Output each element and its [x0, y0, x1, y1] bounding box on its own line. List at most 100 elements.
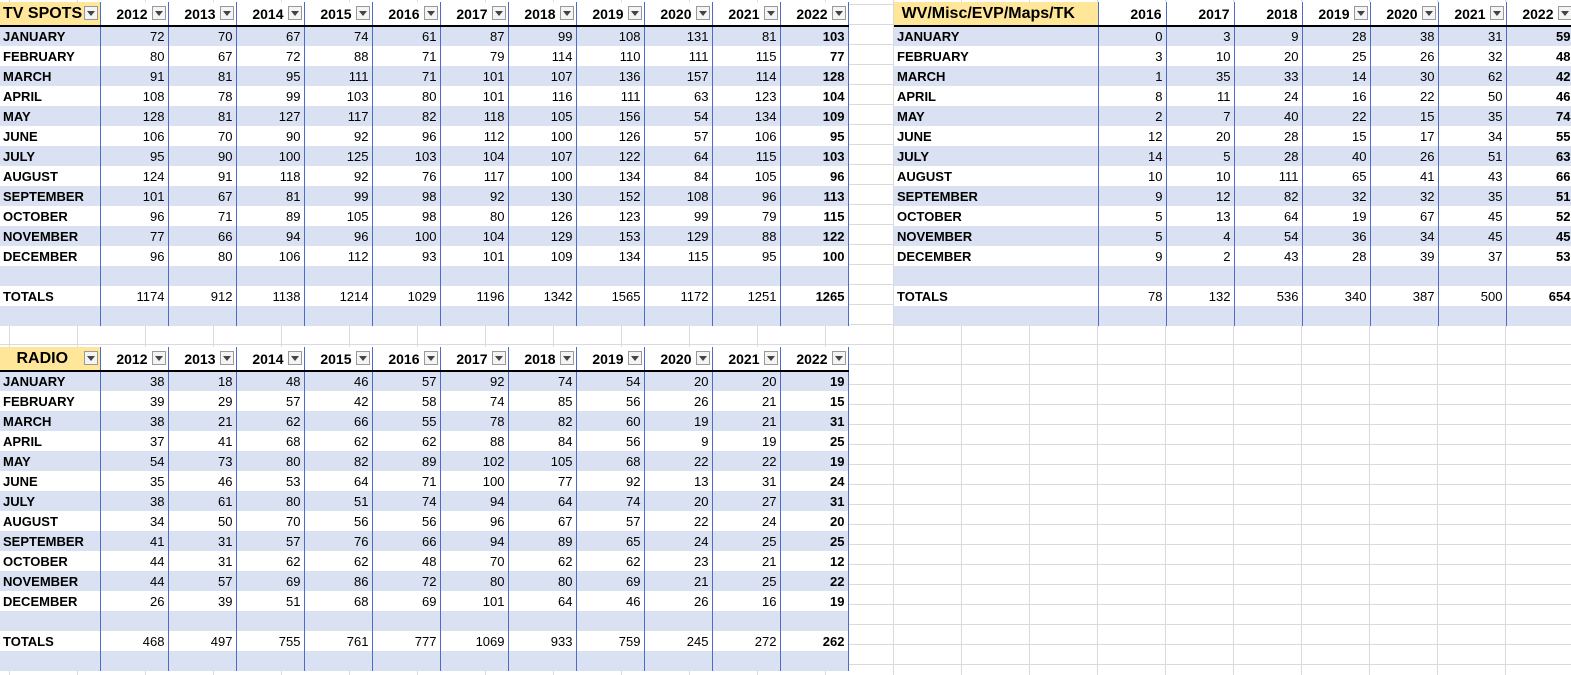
year-header-2016[interactable]: 2016 — [372, 347, 441, 372]
data-cell[interactable]: 41 — [100, 531, 169, 551]
data-cell[interactable]: 95 — [236, 66, 305, 86]
data-cell[interactable]: 69 — [576, 571, 645, 591]
month-label[interactable]: AUGUST — [894, 166, 1099, 186]
data-cell[interactable]: 35 — [1438, 106, 1507, 126]
data-cell[interactable]: 124 — [100, 166, 169, 186]
data-cell[interactable]: 35 — [1166, 66, 1235, 86]
data-cell[interactable]: 76 — [304, 531, 373, 551]
data-cell[interactable]: 99 — [644, 206, 713, 226]
data-cell[interactable]: 70 — [168, 126, 237, 146]
data-cell[interactable]: 56 — [576, 431, 645, 451]
data-cell[interactable]: 112 — [304, 246, 373, 266]
data-cell[interactable]: 106 — [236, 246, 305, 266]
data-cell[interactable]: 100 — [372, 226, 441, 246]
data-cell[interactable]: 72 — [100, 26, 169, 46]
empty-cell[interactable] — [304, 651, 373, 671]
month-label[interactable]: DECEMBER — [0, 246, 101, 266]
data-cell[interactable]: 103 — [304, 86, 373, 106]
month-label[interactable]: JANUARY — [0, 371, 101, 391]
data-cell[interactable]: 34 — [100, 511, 169, 531]
filter-dropdown-icon[interactable] — [695, 6, 710, 20]
empty-cell[interactable] — [0, 266, 101, 286]
data-cell[interactable]: 22 — [1302, 106, 1371, 126]
data-cell[interactable]: 74 — [508, 371, 577, 391]
empty-cell[interactable] — [1506, 266, 1571, 286]
data-cell[interactable]: 89 — [236, 206, 305, 226]
data-cell[interactable]: 108 — [644, 186, 713, 206]
data-cell[interactable]: 105 — [508, 451, 577, 471]
data-cell[interactable]: 98 — [372, 186, 441, 206]
month-label[interactable]: APRIL — [0, 431, 101, 451]
data-cell[interactable]: 32 — [1438, 46, 1507, 66]
data-cell[interactable]: 89 — [372, 451, 441, 471]
data-cell[interactable]: 92 — [304, 126, 373, 146]
filter-dropdown-icon[interactable] — [695, 351, 710, 365]
year-header-2012[interactable]: 2012 — [100, 347, 169, 372]
empty-cell[interactable] — [1438, 266, 1507, 286]
data-cell[interactable]: 2 — [1166, 246, 1235, 266]
data-cell[interactable]: 20 — [712, 371, 781, 391]
data-cell[interactable]: 3 — [1166, 26, 1235, 46]
data-cell[interactable]: 13 — [644, 471, 713, 491]
data-cell[interactable]: 34 — [1370, 226, 1439, 246]
data-cell[interactable]: 80 — [236, 451, 305, 471]
data-cell[interactable]: 111 — [644, 46, 713, 66]
data-cell[interactable]: 5 — [1166, 146, 1235, 166]
data-cell[interactable]: 26 — [644, 391, 713, 411]
month-label[interactable]: AUGUST — [0, 166, 101, 186]
data-cell[interactable]: 40 — [1234, 106, 1303, 126]
data-cell[interactable]: 104 — [440, 146, 509, 166]
data-cell[interactable]: 103 — [372, 146, 441, 166]
data-cell[interactable]: 62 — [236, 551, 305, 571]
data-cell[interactable]: 62 — [304, 431, 373, 451]
data-cell[interactable]: 71 — [372, 46, 441, 66]
data-cell[interactable]: 68 — [304, 591, 373, 611]
empty-cell[interactable] — [576, 651, 645, 671]
empty-cell[interactable] — [168, 611, 237, 631]
filter-dropdown-icon[interactable] — [83, 6, 98, 20]
data-cell[interactable]: 42 — [304, 391, 373, 411]
data-cell[interactable]: 38 — [1370, 26, 1439, 46]
month-label[interactable]: APRIL — [894, 86, 1099, 106]
data-cell[interactable]: 26 — [1370, 146, 1439, 166]
data-cell[interactable]: 95 — [712, 246, 781, 266]
filter-dropdown-icon[interactable] — [151, 6, 166, 20]
data-cell[interactable]: 62 — [372, 431, 441, 451]
data-cell[interactable]: 60 — [576, 411, 645, 431]
data-cell[interactable]: 109 — [780, 106, 849, 126]
year-header-2017[interactable]: 2017 — [440, 2, 509, 27]
data-cell[interactable]: 21 — [712, 411, 781, 431]
year-header-2022[interactable]: 2022 — [780, 347, 849, 372]
year-header-2020[interactable]: 2020 — [1370, 2, 1439, 27]
data-cell[interactable]: 31 — [168, 551, 237, 571]
data-cell[interactable]: 115 — [712, 46, 781, 66]
data-cell[interactable]: 101 — [440, 86, 509, 106]
data-cell[interactable]: 66 — [372, 531, 441, 551]
data-cell[interactable]: 81 — [712, 26, 781, 46]
empty-cell[interactable] — [1302, 306, 1371, 326]
empty-cell[interactable] — [576, 611, 645, 631]
total-cell[interactable]: 1251 — [712, 286, 781, 306]
empty-cell[interactable] — [1302, 266, 1371, 286]
total-cell[interactable]: 777 — [372, 631, 441, 651]
empty-cell[interactable] — [508, 266, 577, 286]
data-cell[interactable]: 22 — [1370, 86, 1439, 106]
year-header-2020[interactable]: 2020 — [644, 2, 713, 27]
data-cell[interactable]: 51 — [1506, 186, 1571, 206]
empty-cell[interactable] — [712, 266, 781, 286]
data-cell[interactable]: 111 — [1234, 166, 1303, 186]
data-cell[interactable]: 68 — [576, 451, 645, 471]
data-cell[interactable]: 42 — [1506, 66, 1571, 86]
empty-cell[interactable] — [1234, 266, 1303, 286]
data-cell[interactable]: 129 — [508, 226, 577, 246]
data-cell[interactable]: 59 — [1506, 26, 1571, 46]
data-cell[interactable]: 54 — [644, 106, 713, 126]
month-label[interactable]: OCTOBER — [0, 206, 101, 226]
data-cell[interactable]: 100 — [236, 146, 305, 166]
data-cell[interactable]: 17 — [1370, 126, 1439, 146]
data-cell[interactable]: 67 — [1370, 206, 1439, 226]
data-cell[interactable]: 101 — [440, 66, 509, 86]
month-label[interactable]: MARCH — [894, 66, 1099, 86]
empty-cell[interactable] — [100, 266, 169, 286]
total-cell[interactable]: 1172 — [644, 286, 713, 306]
